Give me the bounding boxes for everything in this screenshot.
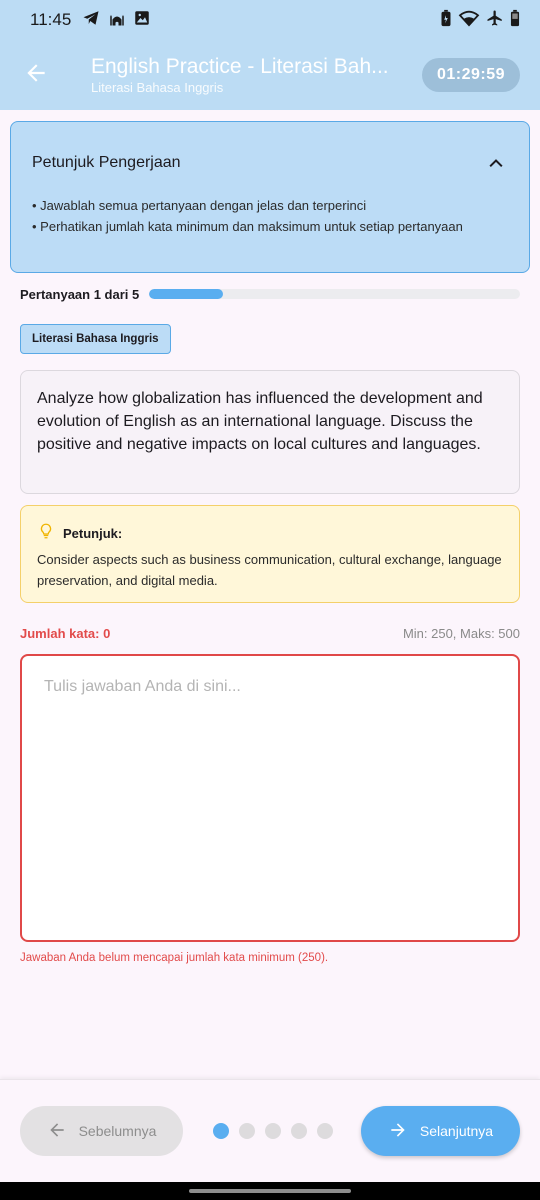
hint-title: Petunjuk: bbox=[63, 526, 123, 541]
answer-input[interactable] bbox=[44, 678, 496, 918]
page-dot-2[interactable] bbox=[239, 1123, 255, 1139]
status-bar: 11:45 bbox=[0, 0, 540, 40]
airplane-icon bbox=[486, 9, 504, 32]
status-time: 11:45 bbox=[30, 10, 72, 29]
lightbulb-icon bbox=[37, 522, 55, 545]
app-titles: English Practice - Literasi Bah... Liter… bbox=[91, 54, 401, 96]
hint-card: Petunjuk: Consider aspects such as busin… bbox=[20, 505, 520, 603]
page-indicator bbox=[213, 1123, 333, 1139]
home-handle[interactable] bbox=[189, 1189, 351, 1193]
page-dot-3[interactable] bbox=[265, 1123, 281, 1139]
battery-saver-icon bbox=[440, 9, 452, 32]
wifi-icon bbox=[458, 9, 480, 32]
hint-header: Petunjuk: bbox=[37, 522, 503, 545]
page-dot-5[interactable] bbox=[317, 1123, 333, 1139]
image-icon bbox=[133, 9, 151, 32]
countdown-timer: 01:29:59 bbox=[422, 58, 520, 92]
next-label: Selanjutnya bbox=[419, 1123, 494, 1139]
previous-label: Sebelumnya bbox=[78, 1123, 157, 1139]
back-button[interactable] bbox=[11, 50, 61, 100]
chevron-up-icon[interactable] bbox=[484, 151, 508, 175]
instruction-item: • Jawablah semua pertanyaan dengan jelas… bbox=[32, 198, 367, 213]
next-button[interactable]: Selanjutnya bbox=[361, 1106, 520, 1156]
page-subtitle: Literasi Bahasa Inggris bbox=[91, 80, 224, 95]
word-limits: Min: 250, Maks: 500 bbox=[402, 626, 520, 641]
mosque-icon bbox=[107, 9, 127, 32]
arrow-right-icon bbox=[388, 1120, 408, 1143]
battery-icon bbox=[510, 9, 520, 32]
status-icons-right bbox=[440, 9, 520, 32]
instructions-list: • Jawablah semua pertanyaan dengan jelas… bbox=[32, 196, 508, 237]
previous-button[interactable]: Sebelumnya bbox=[20, 1106, 183, 1156]
status-icons-left bbox=[81, 9, 151, 32]
answer-box bbox=[20, 654, 520, 942]
instruction-item: • Perhatikan jumlah kata minimum dan mak… bbox=[32, 218, 463, 234]
hint-text: Consider aspects such as business commun… bbox=[37, 552, 502, 588]
question-text: Analyze how globalization has influenced… bbox=[37, 390, 483, 453]
progress-label: Pertanyaan 1 dari 5 bbox=[20, 286, 140, 302]
word-count-row: Jumlah kata: 0 Min: 250, Maks: 500 bbox=[20, 626, 520, 641]
category-chip: Literasi Bahasa Inggris bbox=[20, 324, 171, 354]
progress-fill bbox=[149, 289, 224, 299]
error-message: Jawaban Anda belum mencapai jumlah kata … bbox=[20, 952, 329, 964]
system-nav-bar bbox=[0, 1182, 540, 1200]
telegram-icon bbox=[81, 9, 101, 32]
instructions-header[interactable]: Petunjuk Pengerjaan bbox=[32, 122, 508, 204]
word-count: Jumlah kata: 0 bbox=[20, 626, 111, 641]
progress-track bbox=[149, 289, 520, 299]
question-card: Analyze how globalization has influenced… bbox=[20, 370, 520, 494]
page-dot-1[interactable] bbox=[213, 1123, 229, 1139]
instructions-title: Petunjuk Pengerjaan bbox=[32, 154, 181, 171]
arrow-left-icon bbox=[47, 1120, 67, 1143]
question-progress: Pertanyaan 1 dari 5 bbox=[20, 286, 520, 302]
page-dot-4[interactable] bbox=[291, 1123, 307, 1139]
bottom-navigation: Sebelumnya Selanjutnya bbox=[0, 1079, 540, 1182]
page-title: English Practice - Literasi Bah... bbox=[91, 55, 389, 78]
instructions-panel: Petunjuk Pengerjaan • Jawablah semua per… bbox=[10, 121, 530, 273]
app-bar: English Practice - Literasi Bah... Liter… bbox=[0, 40, 540, 110]
arrow-left-icon bbox=[23, 60, 49, 91]
